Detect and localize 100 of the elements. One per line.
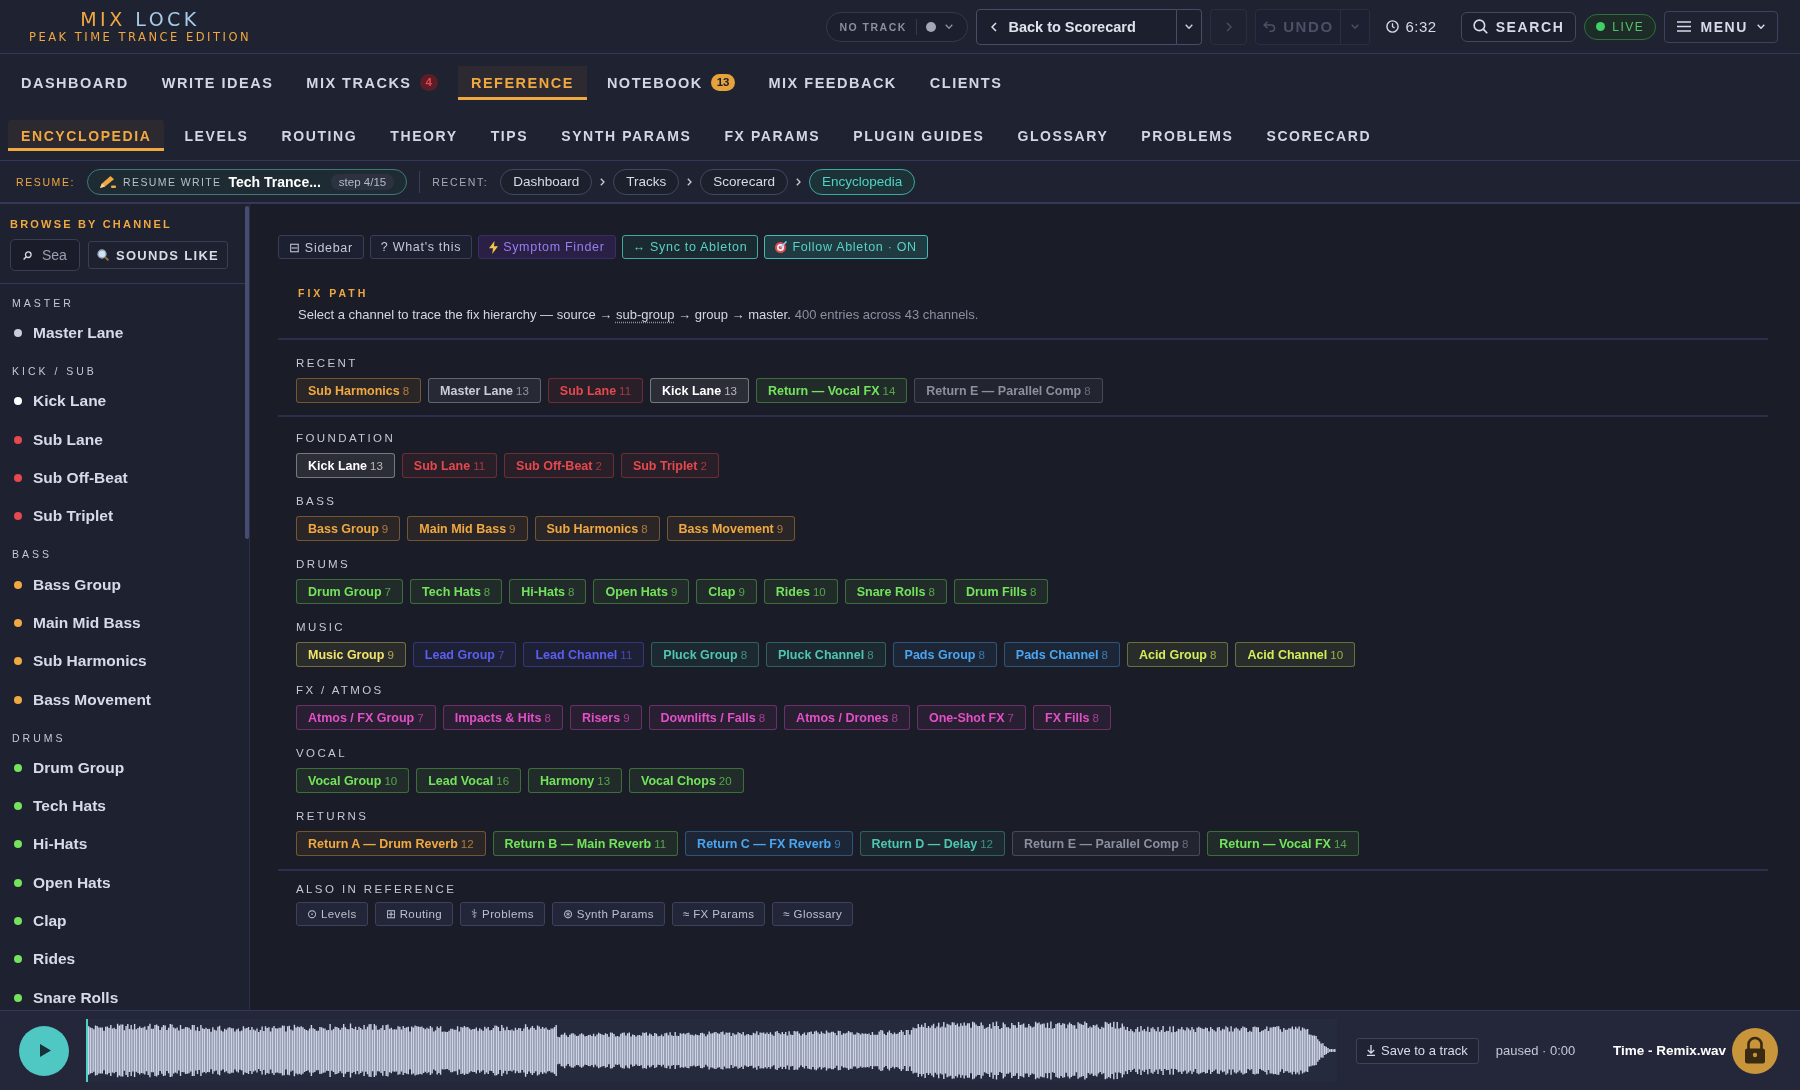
nav-tab[interactable]: MIX TRACKS 4 bbox=[293, 65, 451, 100]
track-selector[interactable]: NO TRACK bbox=[826, 11, 969, 42]
channel-chip[interactable]: Risers 9 bbox=[569, 705, 642, 730]
breadcrumb-link[interactable]: Tracks bbox=[613, 168, 680, 195]
channel-item[interactable]: Sub Off-Beat bbox=[12, 458, 128, 498]
channel-chip[interactable]: Main Mid Bass 9 bbox=[407, 516, 528, 541]
channel-item[interactable]: Open Hats bbox=[12, 863, 111, 902]
channel-chip[interactable]: Drum Group 7 bbox=[296, 579, 403, 604]
channel-chip[interactable]: Return E — Parallel Comp 8 bbox=[1011, 831, 1201, 856]
breadcrumb-link[interactable]: Dashboard bbox=[500, 168, 593, 195]
channel-chip[interactable]: Music Group 9 bbox=[296, 642, 406, 667]
menu-button[interactable]: MENU bbox=[1664, 10, 1778, 43]
channel-chip[interactable]: Pads Group 8 bbox=[892, 642, 997, 667]
channel-item[interactable]: Main Mid Bass bbox=[12, 603, 141, 643]
channel-item[interactable]: Snare Rolls bbox=[12, 978, 119, 1010]
search-button[interactable]: SEARCH bbox=[1460, 11, 1577, 42]
channel-chip[interactable]: Hi-Hats 8 bbox=[509, 579, 587, 604]
channel-chip[interactable]: Pads Channel 8 bbox=[1003, 642, 1120, 667]
channel-filter-field[interactable]: Sea bbox=[10, 239, 80, 271]
channel-chip[interactable]: Acid Group 8 bbox=[1126, 642, 1229, 667]
toolbar-button[interactable]: ↔ Sync to Ableton bbox=[621, 235, 759, 259]
reference-link[interactable]: ⚕ Problems bbox=[460, 902, 545, 926]
channel-chip[interactable]: Sub Off-Beat 2 bbox=[504, 453, 614, 478]
reference-link[interactable]: ⊙ Levels bbox=[296, 902, 368, 926]
sub-tab[interactable]: ROUTING bbox=[268, 120, 371, 151]
channel-chip[interactable]: Impacts & Hits 8 bbox=[442, 705, 563, 730]
sub-tab[interactable]: ENCYCLOPEDIA bbox=[8, 120, 165, 151]
resume-button[interactable]: RESUME WRITE Tech Trance... step 4/15 bbox=[87, 168, 408, 195]
channel-item[interactable]: Tech Hats bbox=[12, 786, 106, 826]
save-track-button[interactable]: Save to a track bbox=[1356, 1037, 1479, 1064]
channel-chip[interactable]: Open Hats 9 bbox=[593, 579, 690, 604]
reference-link[interactable]: ≈ FX Params bbox=[671, 902, 766, 926]
sub-tab[interactable]: SCORECARD bbox=[1253, 120, 1385, 151]
channel-item[interactable]: Sub Lane bbox=[12, 420, 103, 459]
channel-chip[interactable]: Clap 9 bbox=[696, 579, 757, 604]
reference-link[interactable]: ⊞ Routing bbox=[374, 902, 454, 926]
play-button[interactable] bbox=[19, 1025, 69, 1076]
channel-chip[interactable]: Downlifts / Falls 8 bbox=[648, 705, 778, 730]
channel-chip[interactable]: Vocal Group 10 bbox=[296, 768, 410, 793]
channel-item[interactable]: Rides bbox=[12, 940, 76, 979]
back-button[interactable]: Back to Scorecard bbox=[976, 8, 1178, 45]
channel-chip[interactable]: One-Shot FX 7 bbox=[916, 705, 1026, 730]
channel-chip[interactable]: Sub Triplet 2 bbox=[620, 453, 719, 478]
channel-chip[interactable]: Return E — Parallel Comp 8 bbox=[914, 378, 1103, 403]
sub-tab[interactable]: PLUGIN GUIDES bbox=[840, 120, 998, 151]
breadcrumb-link[interactable]: Encyclopedia bbox=[808, 168, 916, 195]
glossary-term[interactable]: sub-group bbox=[615, 307, 675, 322]
sub-tab[interactable]: FX PARAMS bbox=[711, 120, 834, 151]
channel-item[interactable]: Sub Triplet bbox=[12, 497, 114, 536]
channel-chip[interactable]: Sub Lane 11 bbox=[547, 378, 644, 403]
channel-chip[interactable]: Atmos / FX Group 7 bbox=[296, 705, 436, 730]
scrollbar-thumb[interactable] bbox=[245, 206, 249, 539]
channel-chip[interactable]: Return C — FX Reverb 9 bbox=[685, 831, 853, 856]
undo-menu-button[interactable] bbox=[1341, 8, 1371, 45]
channel-chip[interactable]: Vocal Chops 20 bbox=[629, 768, 744, 793]
channel-chip[interactable]: Sub Harmonics 8 bbox=[534, 516, 660, 541]
back-menu-button[interactable] bbox=[1177, 8, 1203, 45]
channel-chip[interactable]: Bass Group 9 bbox=[296, 516, 401, 541]
channel-chip[interactable]: Master Lane 13 bbox=[428, 378, 541, 403]
reference-link[interactable]: ≈ Glossary bbox=[772, 902, 854, 926]
sub-tab[interactable]: THEORY bbox=[377, 120, 471, 151]
toolbar-button[interactable]: Symptom Finder bbox=[478, 235, 616, 259]
nav-tab[interactable]: NOTEBOOK 13 bbox=[593, 65, 749, 100]
sounds-like-button[interactable]: SOUNDS LIKE bbox=[88, 241, 228, 269]
channel-chip[interactable]: Tech Hats 8 bbox=[410, 579, 503, 604]
nav-tab[interactable]: REFERENCE bbox=[457, 65, 587, 100]
toolbar-button[interactable]: ? What's this bbox=[369, 235, 473, 259]
channel-chip[interactable]: Pluck Channel 8 bbox=[766, 642, 886, 667]
toolbar-button[interactable]: Follow Ableton · ON bbox=[764, 235, 928, 259]
channel-chip[interactable]: Pluck Group 8 bbox=[651, 642, 760, 667]
breadcrumb-link[interactable]: Scorecard bbox=[700, 168, 788, 195]
channel-chip[interactable]: Acid Channel 10 bbox=[1235, 642, 1356, 667]
channel-item[interactable]: Bass Group bbox=[12, 565, 121, 604]
channel-chip[interactable]: Drum Fills 8 bbox=[953, 579, 1049, 604]
channel-chip[interactable]: Return D — Delay 12 bbox=[859, 831, 1005, 856]
reference-link[interactable]: ⊛ Synth Params bbox=[551, 902, 665, 926]
sub-tab[interactable]: TIPS bbox=[477, 120, 542, 151]
channel-chip[interactable]: Sub Lane 11 bbox=[401, 453, 498, 478]
channel-chip[interactable]: Rides 10 bbox=[763, 579, 838, 604]
channel-chip[interactable]: Bass Movement 9 bbox=[666, 516, 796, 541]
nav-tab[interactable]: MIX FEEDBACK bbox=[755, 65, 910, 100]
nav-tab[interactable]: WRITE IDEAS bbox=[148, 65, 287, 100]
toolbar-button[interactable]: ⊟ Sidebar bbox=[278, 235, 364, 259]
channel-chip[interactable]: FX Fills 8 bbox=[1033, 705, 1111, 730]
channel-chip[interactable]: Return — Vocal FX 14 bbox=[1207, 831, 1359, 856]
channel-chip[interactable]: Kick Lane 13 bbox=[296, 453, 395, 478]
channel-chip[interactable]: Atmos / Drones 8 bbox=[784, 705, 910, 730]
sub-tab[interactable]: GLOSSARY bbox=[1004, 120, 1122, 151]
channel-item[interactable]: Clap bbox=[12, 901, 67, 941]
channel-item[interactable]: Kick Lane bbox=[12, 382, 107, 421]
nav-tab[interactable]: DASHBOARD bbox=[8, 65, 142, 100]
channel-item[interactable]: Drum Group bbox=[12, 748, 125, 787]
channel-chip[interactable]: Harmony 13 bbox=[528, 768, 623, 793]
sub-tab[interactable]: SYNTH PARAMS bbox=[548, 120, 705, 151]
channel-chip[interactable]: Return — Vocal FX 14 bbox=[755, 378, 908, 403]
channel-chip[interactable]: Snare Rolls 8 bbox=[844, 579, 947, 604]
channel-chip[interactable]: Return B — Main Reverb 11 bbox=[492, 831, 679, 856]
channel-chip[interactable]: Kick Lane 13 bbox=[650, 378, 749, 403]
nav-tab[interactable]: CLIENTS bbox=[916, 65, 1016, 100]
lock-icon[interactable] bbox=[1732, 1027, 1778, 1074]
